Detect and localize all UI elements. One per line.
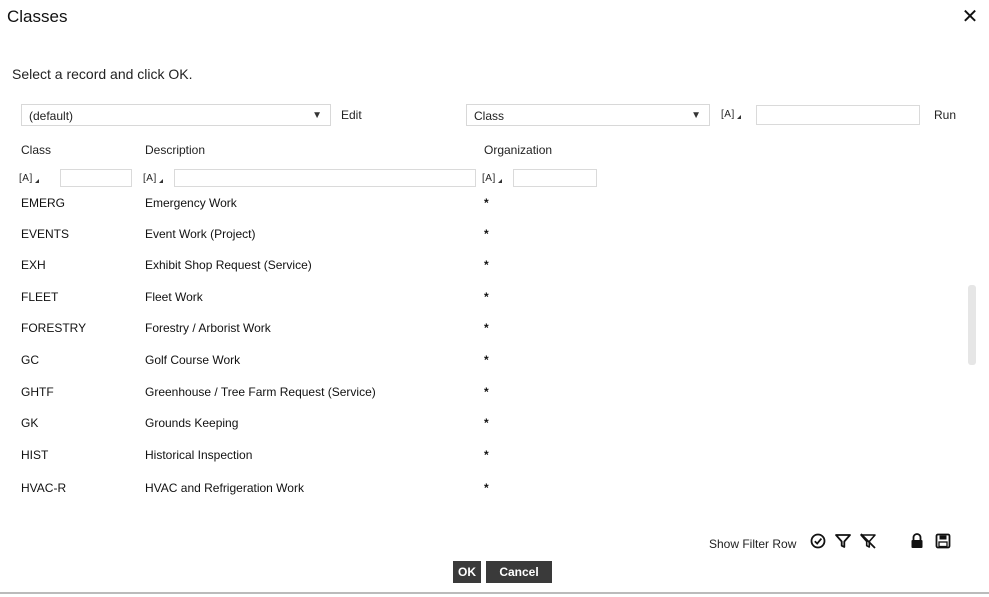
cell-description: HVAC and Refrigeration Work xyxy=(145,481,304,495)
cell-class: GK xyxy=(21,416,39,430)
table-row[interactable]: FLEET Fleet Work * xyxy=(0,290,960,321)
show-filter-row-label: Show Filter Row xyxy=(709,537,797,551)
cell-organization: * xyxy=(484,227,489,241)
filter-operator-label: [A] xyxy=(721,109,735,120)
cell-class: GHTF xyxy=(21,385,54,399)
cell-organization: * xyxy=(484,416,489,430)
class-filter-operator[interactable]: [A] xyxy=(19,169,39,189)
cell-organization: * xyxy=(484,196,489,210)
operator-dropdown-icon xyxy=(34,179,39,183)
cell-description: Exhibit Shop Request (Service) xyxy=(145,258,312,272)
cell-class: FLEET xyxy=(21,290,59,304)
dialog-title: Classes xyxy=(7,7,68,26)
cell-description: Greenhouse / Tree Farm Request (Service) xyxy=(145,385,376,399)
cell-description: Forestry / Arborist Work xyxy=(145,321,271,335)
class-filter-input[interactable] xyxy=(60,169,132,187)
vertical-scrollbar[interactable] xyxy=(968,285,976,365)
cell-class: EMERG xyxy=(21,196,66,210)
cell-class: HIST xyxy=(21,448,49,462)
checkbox-checked-icon[interactable] xyxy=(808,531,828,551)
chevron-down-icon: ▼ xyxy=(691,110,701,121)
clear-filter-icon[interactable] xyxy=(858,531,878,551)
close-icon[interactable]: ✕ xyxy=(958,5,982,29)
cell-description: Emergency Work xyxy=(145,196,237,210)
cell-organization: * xyxy=(484,448,489,462)
table-row[interactable]: EVENTS Event Work (Project) * xyxy=(0,227,960,258)
operator-dropdown-icon xyxy=(736,115,741,119)
column-header-description[interactable]: Description xyxy=(145,143,205,157)
filter-operator-button[interactable]: [A] xyxy=(721,105,741,125)
ok-button[interactable]: OK xyxy=(453,561,481,583)
organization-filter-input[interactable] xyxy=(513,169,597,187)
cell-organization: * xyxy=(484,353,489,367)
cell-description: Fleet Work xyxy=(145,290,203,304)
dialog-bottom-border xyxy=(0,592,989,594)
operator-dropdown-icon xyxy=(158,179,163,183)
table-row[interactable]: EMERG Emergency Work * xyxy=(0,196,960,227)
cell-organization: * xyxy=(484,321,489,335)
cell-description: Grounds Keeping xyxy=(145,416,239,430)
chevron-down-icon: ▼ xyxy=(312,110,322,121)
cell-organization: * xyxy=(484,258,489,272)
filter-value-input[interactable] xyxy=(756,105,920,125)
cell-description: Event Work (Project) xyxy=(145,227,256,241)
cell-organization: * xyxy=(484,290,489,304)
filter-field-value: Class xyxy=(474,109,505,123)
table-row[interactable]: HVAC-R HVAC and Refrigeration Work * xyxy=(0,481,960,512)
description-filter-operator[interactable]: [A] xyxy=(143,169,163,189)
table-row[interactable]: FORESTRY Forestry / Arborist Work * xyxy=(0,321,960,352)
filter-field-select[interactable]: Class ▼ xyxy=(466,104,710,126)
operator-dropdown-icon xyxy=(497,179,502,183)
cell-organization: * xyxy=(484,481,489,495)
column-header-organization[interactable]: Organization xyxy=(484,143,552,157)
dataspy-select[interactable]: (default) ▼ xyxy=(21,104,331,126)
cell-organization: * xyxy=(484,385,489,399)
cell-description: Golf Course Work xyxy=(145,353,241,367)
description-filter-input[interactable] xyxy=(174,169,476,187)
cell-class: EXH xyxy=(21,258,46,272)
filter-operator-label: [A] xyxy=(143,173,157,184)
cell-class: FORESTRY xyxy=(21,321,87,335)
cancel-button[interactable]: Cancel xyxy=(486,561,552,583)
table-row[interactable]: EXH Exhibit Shop Request (Service) * xyxy=(0,258,960,289)
table-row[interactable]: GC Golf Course Work * xyxy=(0,353,960,384)
table-row[interactable]: GK Grounds Keeping * xyxy=(0,416,960,447)
cell-class: HVAC-R xyxy=(21,481,67,495)
instruction-text: Select a record and click OK. xyxy=(12,66,193,82)
save-icon[interactable] xyxy=(933,531,953,551)
edit-link[interactable]: Edit xyxy=(341,108,362,122)
organization-filter-operator[interactable]: [A] xyxy=(482,169,502,189)
run-button[interactable]: Run xyxy=(934,108,956,122)
filter-icon[interactable] xyxy=(833,531,853,551)
filter-operator-label: [A] xyxy=(482,173,496,184)
column-header-class[interactable]: Class xyxy=(21,143,51,157)
cell-class: EVENTS xyxy=(21,227,70,241)
cell-description: Historical Inspection xyxy=(145,448,253,462)
table-row[interactable]: HIST Historical Inspection * xyxy=(0,448,960,479)
dataspy-value: (default) xyxy=(29,109,74,123)
table-row[interactable]: GHTF Greenhouse / Tree Farm Request (Ser… xyxy=(0,385,960,416)
cell-class: GC xyxy=(21,353,39,367)
filter-operator-label: [A] xyxy=(19,173,33,184)
lock-icon[interactable] xyxy=(907,531,927,551)
